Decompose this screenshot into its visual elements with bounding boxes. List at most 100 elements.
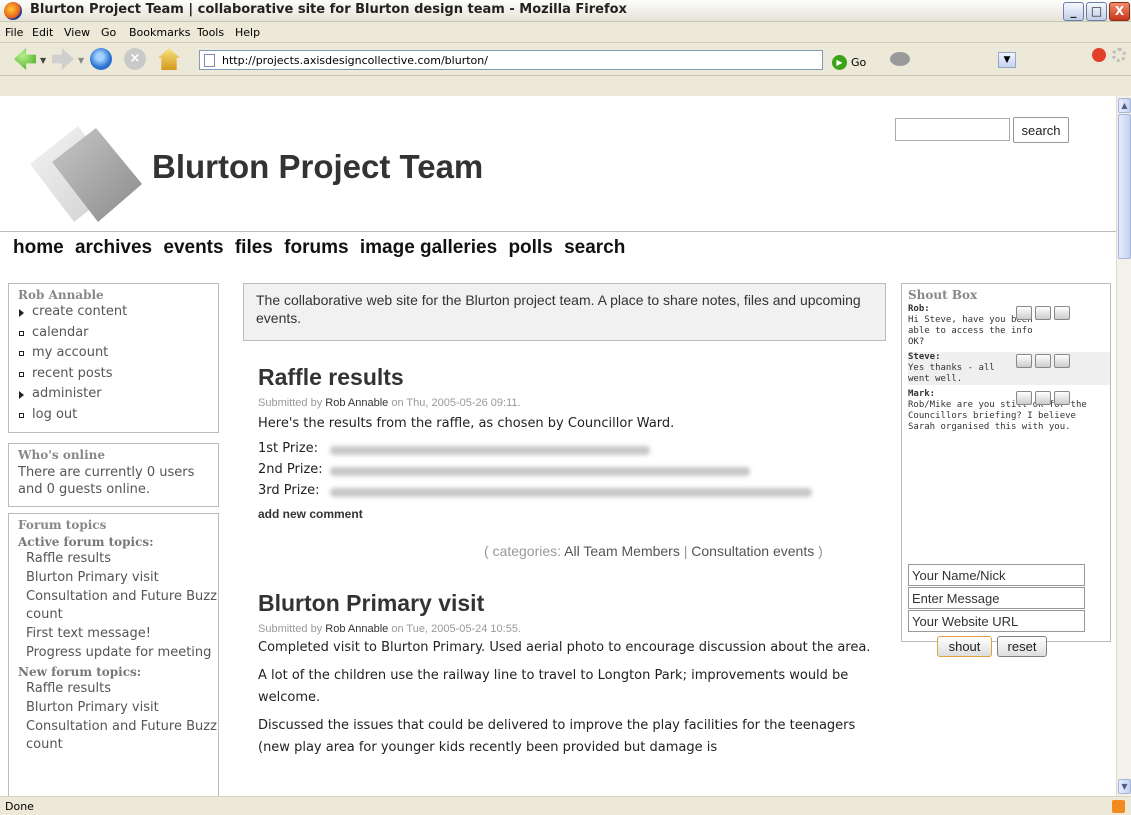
shout-author: Mark: <box>908 389 936 399</box>
shout-url-input[interactable] <box>908 610 1085 632</box>
user-menu-item[interactable]: log out <box>18 407 218 428</box>
new-topics-list: Raffle results Blurton Primary visit Consu… <box>18 680 218 754</box>
go-label: Go <box>851 56 867 69</box>
user-menu-item[interactable]: create content <box>18 304 218 325</box>
nav-forums[interactable]: forums <box>284 237 348 258</box>
categories-prefix: ( categories: <box>484 543 562 559</box>
vertical-scrollbar[interactable]: ▲ ▼ <box>1116 96 1131 796</box>
post-title[interactable]: Raffle results <box>258 364 878 391</box>
post-body: Completed visit to Blurton Primary. Used… <box>258 637 878 759</box>
home-icon[interactable] <box>158 48 180 70</box>
forum-topic-link[interactable]: Consultation and Future Buzz count <box>18 588 218 624</box>
category-link[interactable]: Consultation events <box>691 543 814 559</box>
delete-icon[interactable] <box>1035 391 1051 405</box>
redacted-text <box>330 467 750 476</box>
scroll-thumb[interactable] <box>1118 114 1131 259</box>
menu-tools[interactable]: Tools <box>197 26 224 39</box>
back-dropdown-icon[interactable]: ▼ <box>40 56 46 65</box>
menu-bookmarks[interactable]: Bookmarks <box>129 26 190 39</box>
edit-icon[interactable] <box>1016 391 1032 405</box>
whos-online-block: Who's online There are currently 0 users… <box>8 443 219 507</box>
forum-topic-link[interactable]: Raffle results <box>18 680 218 698</box>
shout-name-input[interactable] <box>908 564 1085 586</box>
forward-icon[interactable] <box>52 48 74 70</box>
site-search-input[interactable] <box>895 118 1010 141</box>
forum-topic-link[interactable]: Blurton Primary visit <box>18 699 218 717</box>
stop-icon[interactable]: × <box>124 48 146 70</box>
post-date: on Tue, 2005-05-24 10:55. <box>391 623 521 635</box>
post-author[interactable]: Rob Annable <box>325 397 388 409</box>
logo-cube-icon <box>30 126 142 222</box>
prize-label: 2nd Prize: <box>258 462 323 477</box>
thumbs-icon[interactable] <box>1054 391 1070 405</box>
search-engine-button[interactable] <box>888 50 918 70</box>
maximize-button[interactable]: □ <box>1086 2 1107 21</box>
back-icon[interactable] <box>14 48 36 70</box>
user-menu-item[interactable]: recent posts <box>18 366 218 387</box>
menu-edit[interactable]: Edit <box>32 26 53 39</box>
rss-icon[interactable] <box>1112 800 1125 813</box>
scroll-up-icon[interactable]: ▲ <box>1118 98 1131 113</box>
nav-home[interactable]: home <box>13 237 64 258</box>
thumbs-icon[interactable] <box>1054 354 1070 368</box>
delete-icon[interactable] <box>1035 354 1051 368</box>
nav-archives[interactable]: archives <box>75 237 152 258</box>
nav-files[interactable]: files <box>235 237 273 258</box>
post-meta: Submitted by Rob Annable on Tue, 2005-05… <box>258 623 878 635</box>
user-menu-item[interactable]: administer <box>18 386 218 407</box>
url-text[interactable]: http://projects.axisdesigncollective.com… <box>222 54 488 67</box>
nav-events[interactable]: events <box>163 237 223 258</box>
menu-help[interactable]: Help <box>235 26 260 39</box>
go-button[interactable]: ▶ Go <box>832 52 866 71</box>
forum-topic-link[interactable]: Consultation and Future Buzz count <box>18 718 218 754</box>
shout-button[interactable]: shout <box>937 636 992 657</box>
forum-topic-link[interactable]: Blurton Primary visit <box>18 569 218 587</box>
shoutbox-title: Shout Box <box>908 288 978 302</box>
firefox-icon[interactable] <box>4 2 22 20</box>
redacted-text <box>330 488 812 497</box>
prize-label: 1st Prize: <box>258 441 319 456</box>
site-title[interactable]: Blurton Project Team <box>152 148 483 186</box>
post-paragraph: Completed visit to Blurton Primary. Used… <box>258 640 871 655</box>
thumbs-icon[interactable] <box>1054 306 1070 320</box>
nav-polls[interactable]: polls <box>508 237 552 258</box>
site-search-button[interactable]: search <box>1013 117 1069 143</box>
forward-dropdown-icon[interactable]: ▼ <box>78 56 84 65</box>
edit-icon[interactable] <box>1016 306 1032 320</box>
category-link[interactable]: All Team Members <box>564 543 680 559</box>
user-menu-item[interactable]: my account <box>18 345 218 366</box>
post-title[interactable]: Blurton Primary visit <box>258 590 878 617</box>
shout-message: Mark: Rob/Mike are you still ok for the … <box>908 389 1110 433</box>
add-comment-link[interactable]: add new comment <box>258 507 878 521</box>
categories-suffix: ) <box>818 543 823 559</box>
shout-author: Steve: <box>908 352 941 362</box>
forum-topic-link[interactable]: Raffle results <box>18 550 218 568</box>
menu-view[interactable]: View <box>64 26 90 39</box>
shout-message: Rob: Hi Steve, have you been able to acc… <box>908 304 1110 348</box>
url-bar[interactable]: http://projects.axisdesigncollective.com… <box>199 50 1016 70</box>
menu-bar: File Edit View Go Bookmarks Tools Help <box>0 23 1131 62</box>
edit-icon[interactable] <box>1016 354 1032 368</box>
post-paragraph: A lot of the children use the railway li… <box>258 668 849 705</box>
post-author[interactable]: Rob Annable <box>325 623 388 635</box>
user-menu-item[interactable]: calendar <box>18 325 218 346</box>
reset-button[interactable]: reset <box>997 636 1047 657</box>
expand-arrow-icon <box>19 391 24 399</box>
primary-nav: home archives events files forums image … <box>13 237 631 259</box>
delete-icon[interactable] <box>1035 306 1051 320</box>
nav-search[interactable]: search <box>564 237 625 258</box>
go-icon: ▶ <box>832 55 847 70</box>
menu-go[interactable]: Go <box>101 26 116 39</box>
close-button[interactable]: X <box>1109 2 1130 21</box>
menu-file[interactable]: File <box>5 26 23 39</box>
forum-topics-block: Forum topics Active forum topics: Raffle… <box>8 513 219 796</box>
window-title: Blurton Project Team | collaborative sit… <box>30 2 627 17</box>
scroll-down-icon[interactable]: ▼ <box>1118 779 1131 794</box>
nav-image-galleries[interactable]: image galleries <box>360 237 497 258</box>
shout-message-input[interactable] <box>908 587 1085 609</box>
minimize-button[interactable]: _ <box>1063 2 1084 21</box>
url-dropdown-icon[interactable]: ▼ <box>998 52 1016 68</box>
reload-icon[interactable] <box>90 48 112 70</box>
forum-topic-link[interactable]: Progress update for meeting <box>18 644 218 662</box>
forum-topic-link[interactable]: First text message! <box>18 625 218 643</box>
